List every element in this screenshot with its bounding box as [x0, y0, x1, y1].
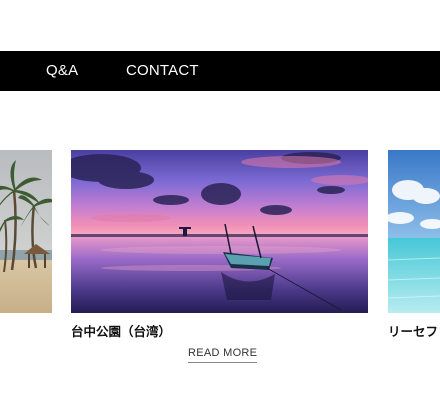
top-navbar: Q&A CONTACT [0, 51, 440, 91]
slide-image-tropical-sea[interactable] [388, 150, 440, 313]
sunset-boat-photo [71, 150, 368, 313]
nav-link-contact[interactable]: CONTACT [126, 51, 199, 91]
slide-image-palm-beach[interactable] [0, 150, 52, 313]
slide-caption: 台中公園（台湾） [71, 324, 172, 339]
slide-image-sunset-boat[interactable] [71, 150, 368, 313]
page: Q&A CONTACT 台中公園（台湾） リーセフ READ MORE [0, 0, 440, 420]
read-more-link[interactable]: READ MORE [188, 347, 258, 363]
slide-caption-partial: リーセフ [388, 324, 439, 339]
tropical-sea-photo [388, 150, 440, 313]
nav-link-qa[interactable]: Q&A [46, 51, 78, 91]
palm-beach-photo [0, 150, 52, 313]
